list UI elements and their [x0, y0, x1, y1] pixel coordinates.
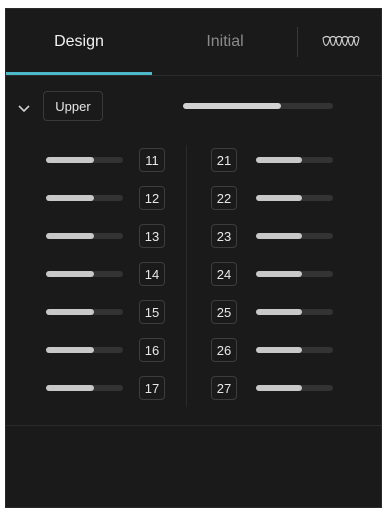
slider-track — [256, 195, 333, 201]
tooth-slider-21[interactable] — [256, 157, 333, 163]
tooth-number-button[interactable]: 21 — [211, 148, 237, 172]
tooth-number-button[interactable]: 15 — [139, 300, 165, 324]
slider-fill — [256, 309, 303, 315]
slider-fill — [256, 347, 303, 353]
slider-fill — [46, 157, 94, 163]
tooth-number-button[interactable]: 22 — [211, 186, 237, 210]
section-divider — [6, 425, 381, 426]
tooth-number-button[interactable]: 27 — [211, 376, 237, 400]
teeth-icon — [321, 35, 360, 46]
slider-track — [46, 309, 123, 315]
slider-track — [46, 195, 123, 201]
tab-design-label: Design — [54, 33, 104, 50]
tooth-number-button[interactable]: 17 — [139, 376, 165, 400]
slider-track — [46, 157, 123, 163]
tooth-number-button[interactable]: 13 — [139, 224, 165, 248]
tooth-slider-17[interactable] — [46, 385, 123, 391]
upper-group-header: Upper — [6, 91, 381, 127]
slider-fill — [183, 103, 281, 109]
tooth-row: 12 22 — [6, 183, 381, 213]
slider-track — [46, 347, 123, 353]
tooth-slider-24[interactable] — [256, 271, 333, 277]
tooth-slider-25[interactable] — [256, 309, 333, 315]
slider-fill — [256, 233, 303, 239]
slider-fill — [46, 195, 94, 201]
slider-track — [256, 271, 333, 277]
tab-bar: Design Initial — [6, 9, 381, 76]
tooth-number-button[interactable]: 25 — [211, 300, 237, 324]
tooth-slider-13[interactable] — [46, 233, 123, 239]
tooth-slider-11[interactable] — [46, 157, 123, 163]
slider-track — [46, 233, 123, 239]
slider-fill — [256, 385, 303, 391]
tooth-slider-22[interactable] — [256, 195, 333, 201]
tooth-row: 15 25 — [6, 297, 381, 327]
tooth-row: 11 21 — [6, 145, 381, 175]
tooth-number-button[interactable]: 24 — [211, 262, 237, 286]
tooth-design-panel: Design Initial Upper 11 21 12 22 13 23 14 24 15 2… — [5, 8, 382, 508]
slider-fill — [46, 385, 94, 391]
tooth-slider-12[interactable] — [46, 195, 123, 201]
slider-track — [46, 271, 123, 277]
tooth-number-button[interactable]: 14 — [139, 262, 165, 286]
tooth-number-button[interactable]: 16 — [139, 338, 165, 362]
tooth-slider-26[interactable] — [256, 347, 333, 353]
slider-track — [256, 385, 333, 391]
slider-fill — [46, 271, 94, 277]
slider-track — [46, 385, 123, 391]
tooth-row: 16 26 — [6, 335, 381, 365]
slider-track — [256, 233, 333, 239]
chevron-down-icon[interactable] — [16, 100, 32, 116]
tooth-slider-16[interactable] — [46, 347, 123, 353]
upper-label: Upper — [55, 98, 91, 114]
tooth-number-button[interactable]: 12 — [139, 186, 165, 210]
slider-fill — [256, 271, 303, 277]
slider-fill — [256, 157, 303, 163]
tab-initial[interactable]: Initial — [152, 9, 298, 75]
tooth-number-button[interactable]: 11 — [139, 148, 165, 172]
tooth-number-button[interactable]: 26 — [211, 338, 237, 362]
upper-button[interactable]: Upper — [43, 91, 103, 121]
slider-track — [256, 309, 333, 315]
tooth-slider-23[interactable] — [256, 233, 333, 239]
upper-master-slider[interactable] — [183, 101, 333, 111]
tooth-row: 14 24 — [6, 259, 381, 289]
tab-teeth[interactable] — [298, 9, 383, 75]
tooth-slider-14[interactable] — [46, 271, 123, 277]
tooth-slider-15[interactable] — [46, 309, 123, 315]
tooth-slider-27[interactable] — [256, 385, 333, 391]
tooth-row: 17 27 — [6, 373, 381, 403]
slider-fill — [46, 347, 94, 353]
tooth-grid: 11 21 12 22 13 23 14 24 15 25 16 26 17 27 — [6, 145, 381, 407]
tab-design[interactable]: Design — [6, 9, 152, 75]
tooth-row: 13 23 — [6, 221, 381, 251]
active-tab-indicator — [6, 72, 152, 75]
slider-track — [256, 347, 333, 353]
tab-initial-label: Initial — [206, 33, 244, 50]
slider-fill — [46, 309, 94, 315]
slider-track — [183, 103, 333, 109]
slider-fill — [256, 195, 303, 201]
slider-track — [256, 157, 333, 163]
tooth-number-button[interactable]: 23 — [211, 224, 237, 248]
slider-fill — [46, 233, 94, 239]
